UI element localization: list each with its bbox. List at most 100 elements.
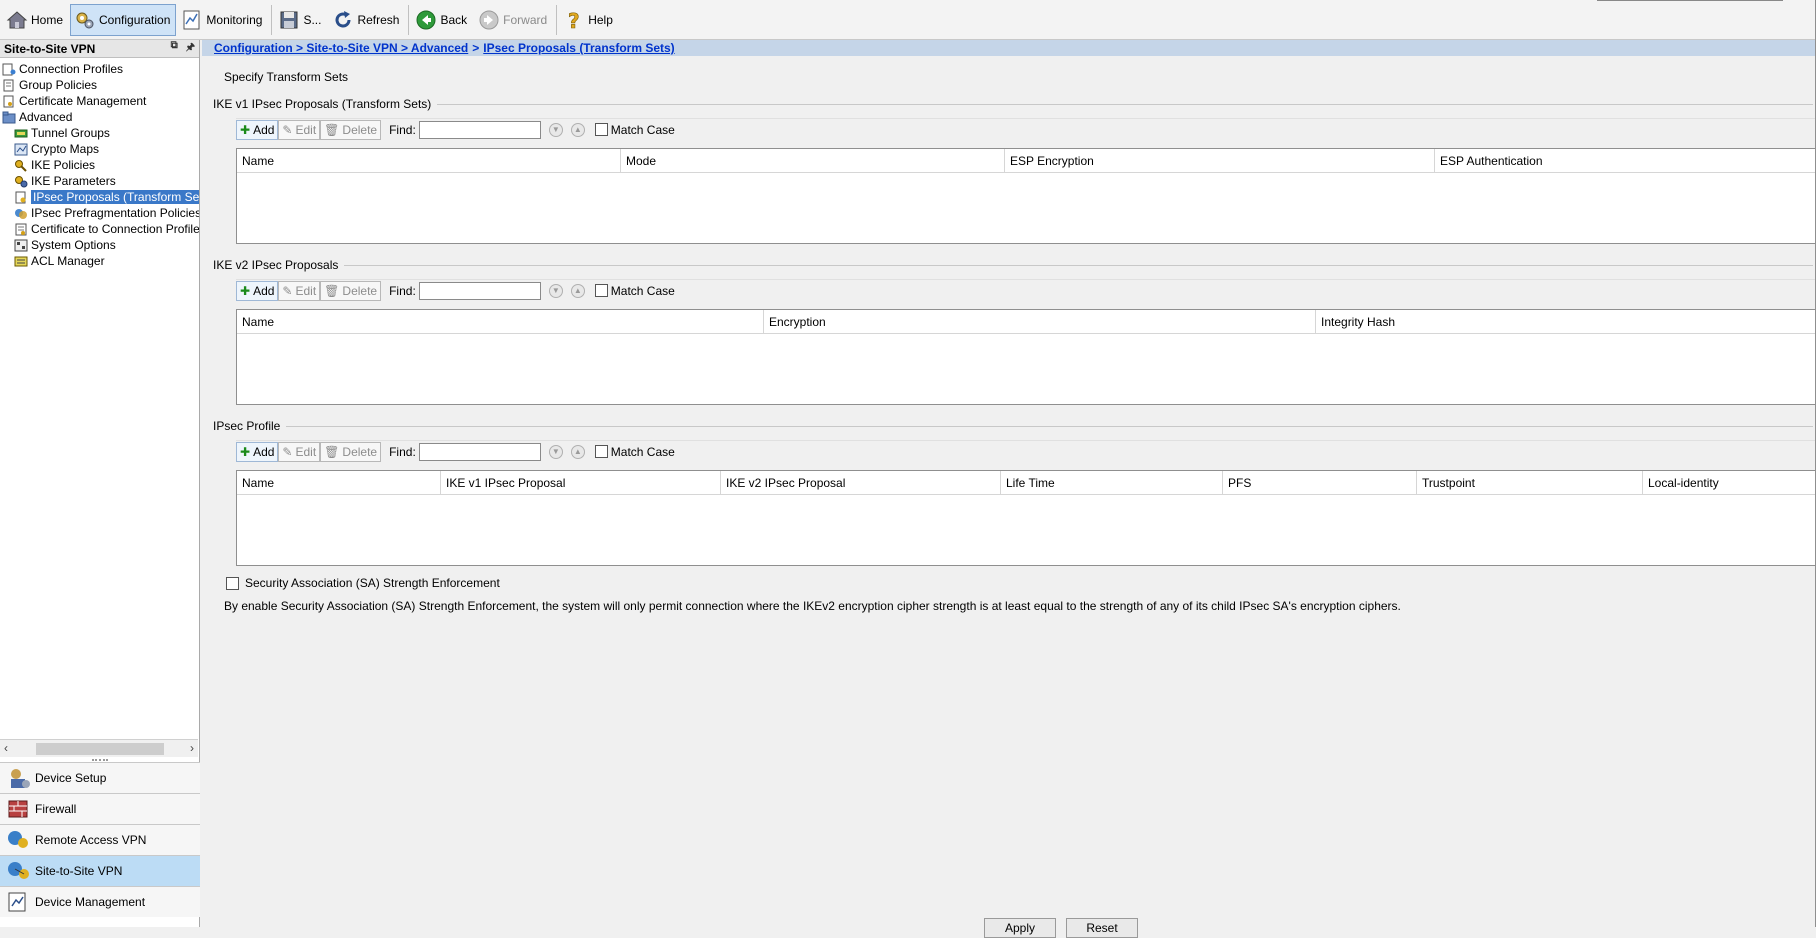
restore-icon[interactable]: ⧉ [171, 40, 178, 57]
tree-item-ipsec-prefragmentation[interactable]: IPsec Prefragmentation Policies [0, 205, 199, 221]
ikev1-proposals-table[interactable]: Name Mode ESP Encryption ESP Authenticat… [236, 148, 1816, 244]
column-header[interactable]: Integrity Hash [1316, 310, 1816, 334]
column-header[interactable]: Name [237, 471, 441, 495]
ikev2-proposals-table[interactable]: Name Encryption Integrity Hash [236, 309, 1816, 405]
profile-edit-button[interactable]: ✎ Edit [278, 441, 321, 462]
ikev1-delete-button[interactable]: 🗑︎ Delete [320, 119, 382, 140]
column-header[interactable]: Mode [621, 149, 1005, 173]
match-case-label: Match Case [610, 444, 675, 459]
tree-item-acl-manager[interactable]: ACL Manager [0, 253, 199, 269]
nav-panel-title: Site-to-Site VPN [4, 41, 96, 56]
column-header[interactable]: IKE v1 IPsec Proposal [441, 471, 721, 495]
sa-strength-enforcement-checkbox[interactable] [226, 576, 239, 590]
sa-strength-enforcement-label: Security Association (SA) Strength Enfor… [245, 576, 500, 590]
site-to-site-vpn-icon [8, 862, 29, 879]
tree-item-advanced[interactable]: Advanced [0, 109, 199, 125]
back-button[interactable]: Back [411, 4, 473, 36]
svg-text:?: ? [568, 9, 580, 31]
tree-item-connection-profiles[interactable]: Connection Profiles [0, 61, 199, 77]
tree-item-certificate-management[interactable]: Certificate Management [0, 93, 199, 109]
prefragmentation-icon [15, 208, 27, 219]
column-header[interactable]: Encryption [764, 310, 1316, 334]
save-button[interactable]: S... [274, 4, 327, 36]
ikev1-add-button[interactable]: ✚ Add [236, 119, 279, 140]
navigation-panel: Site-to-Site VPN ⧉ 🖈︎ Connection Profile… [0, 40, 200, 927]
column-header[interactable]: Local-identity [1643, 471, 1816, 495]
section-firewall[interactable]: Firewall [0, 793, 200, 824]
splitter-grip[interactable] [92, 759, 108, 761]
profile-add-button[interactable]: ✚ Add [236, 441, 279, 462]
pin-icon[interactable]: 🖈︎ [186, 40, 195, 57]
find-previous-icon[interactable]: ▲ [570, 283, 585, 298]
reset-button[interactable]: Reset [1066, 918, 1138, 938]
ikev2-add-button[interactable]: ✚ Add [236, 280, 279, 301]
match-case-label: Match Case [610, 283, 675, 298]
scroll-right-icon[interactable]: › [190, 741, 194, 755]
ikev1-find-input[interactable] [418, 120, 541, 139]
column-header[interactable]: Name [237, 149, 621, 173]
ikev2-match-case-checkbox[interactable] [594, 284, 608, 297]
back-arrow-icon [416, 10, 436, 29]
find-next-icon[interactable]: ▼ [548, 283, 563, 298]
find-next-icon[interactable]: ▼ [548, 444, 563, 459]
ikev2-delete-button[interactable]: 🗑︎ Delete [320, 280, 382, 301]
profile-delete-button[interactable]: 🗑︎ Delete [320, 441, 382, 462]
ipsec-profile-toolbar: ✚ Add ✎ Edit 🗑︎ Delete Find: ▼ ▲ Match Case [236, 440, 1816, 462]
tree-item-tunnel-groups[interactable]: Tunnel Groups [0, 125, 199, 141]
refresh-button[interactable]: Refresh [328, 4, 405, 36]
ikev2-edit-button[interactable]: ✎ Edit [278, 280, 321, 301]
scroll-left-icon[interactable]: ‹ [4, 741, 8, 755]
breadcrumb-path-link[interactable]: Configuration > Site-to-Site VPN > Advan… [214, 41, 468, 55]
ipsec-proposals-icon [15, 191, 26, 203]
folder-icon [2, 111, 16, 123]
trash-icon: 🗑︎ [324, 444, 340, 459]
tree-item-ike-parameters[interactable]: IKE Parameters [0, 173, 199, 189]
column-header[interactable]: ESP Encryption [1005, 149, 1435, 173]
column-header[interactable]: Name [237, 310, 764, 334]
save-icon [280, 11, 298, 28]
forward-button[interactable]: Forward [474, 4, 553, 36]
find-next-icon[interactable]: ▼ [548, 122, 563, 137]
column-header[interactable]: IKE v2 IPsec Proposal [721, 471, 1001, 495]
tree-item-ipsec-proposals[interactable]: IPsec Proposals (Transform Sets) [0, 189, 199, 205]
apply-button[interactable]: Apply [984, 918, 1056, 938]
ikev2-table-header: Name Encryption Integrity Hash [237, 310, 1816, 334]
ikev1-edit-button[interactable]: ✎ Edit [278, 119, 321, 140]
match-case-label: Match Case [610, 122, 675, 137]
ikev1-match-case-checkbox[interactable] [594, 123, 608, 136]
ikev2-find-input[interactable] [418, 281, 541, 300]
main-content: Configuration > Site-to-Site VPN > Advan… [202, 40, 1816, 938]
trash-icon: 🗑︎ [324, 283, 340, 298]
tree-horizontal-scrollbar[interactable]: ‹ › [0, 739, 198, 757]
find-previous-icon[interactable]: ▲ [570, 444, 585, 459]
section-device-management[interactable]: Device Management [0, 886, 200, 917]
tree-item-ike-policies[interactable]: IKE Policies [0, 157, 199, 173]
tree-item-certificate-to-connection-profile-maps[interactable]: Certificate to Connection Profile M [0, 221, 199, 237]
find-previous-icon[interactable]: ▲ [570, 122, 585, 137]
monitoring-button[interactable]: Monitoring [177, 4, 268, 36]
edit-icon: ✎ [282, 283, 293, 298]
configuration-button[interactable]: Configuration [70, 3, 177, 36]
section-site-to-site-vpn[interactable]: Site-to-Site VPN [0, 855, 200, 886]
tree-item-group-policies[interactable]: Group Policies [0, 77, 199, 93]
profile-find-input[interactable] [418, 442, 541, 461]
section-device-setup[interactable]: Device Setup [0, 762, 200, 793]
sa-enforcement-description: By enable Security Association (SA) Stre… [224, 599, 1401, 613]
scrollbar-thumb[interactable] [36, 743, 164, 755]
help-button[interactable]: ? Help [559, 4, 619, 36]
section-remote-access-vpn[interactable]: Remote Access VPN [0, 824, 200, 855]
connection-profiles-icon [2, 63, 16, 75]
column-header[interactable]: ESP Authentication [1435, 149, 1816, 173]
ike-parameters-icon [15, 175, 28, 187]
acl-manager-icon [14, 256, 28, 266]
breadcrumb-current-link[interactable]: IPsec Proposals (Transform Sets) [483, 41, 674, 55]
tree-item-system-options[interactable]: System Options [0, 237, 199, 253]
home-button[interactable]: Home [2, 4, 69, 36]
column-header[interactable]: Life Time [1001, 471, 1223, 495]
column-header[interactable]: Trustpoint [1417, 471, 1643, 495]
column-header[interactable]: PFS [1223, 471, 1417, 495]
ipsec-profile-table[interactable]: Name IKE v1 IPsec Proposal IKE v2 IPsec … [236, 470, 1816, 566]
remote-access-vpn-icon [8, 831, 28, 848]
profile-match-case-checkbox[interactable] [594, 445, 608, 458]
tree-item-crypto-maps[interactable]: Crypto Maps [0, 141, 199, 157]
